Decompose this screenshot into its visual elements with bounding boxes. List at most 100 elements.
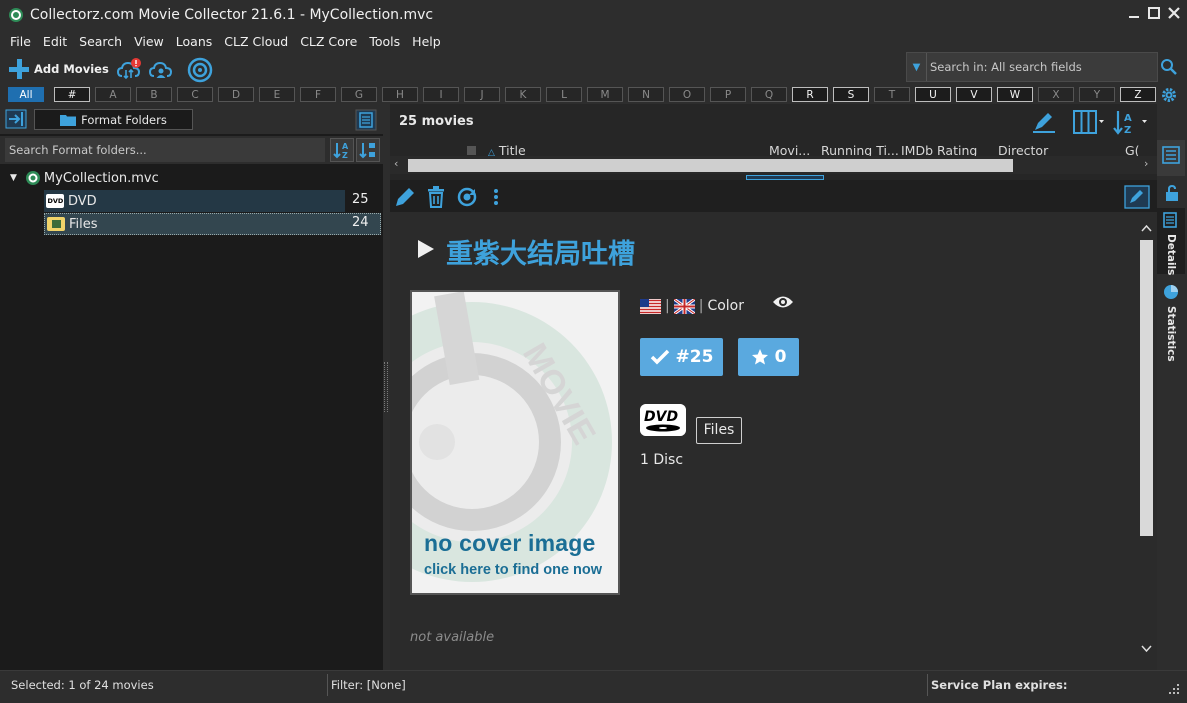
sort-count-button[interactable] — [356, 138, 380, 162]
alpha-all[interactable]: All — [8, 87, 44, 102]
scroll-down-icon[interactable] — [1141, 645, 1152, 653]
add-movies-button[interactable]: Add Movies — [8, 58, 109, 80]
search-input[interactable]: Search in: All search fields — [927, 60, 1082, 74]
tree-item-files[interactable]: Files — [44, 213, 381, 235]
statistics-tab[interactable]: Statistics — [1157, 280, 1185, 362]
alpha-g[interactable]: G — [341, 87, 377, 102]
list-detail-splitter[interactable] — [746, 175, 824, 180]
eye-icon[interactable] — [772, 294, 794, 310]
alpha-e[interactable]: E — [259, 87, 295, 102]
details-tab[interactable]: Details — [1157, 208, 1185, 275]
horizontal-scrollbar[interactable]: ‹ › — [390, 156, 1157, 174]
alpha-w[interactable]: W — [997, 87, 1033, 102]
color-label: Color — [707, 298, 744, 314]
sort-az-button[interactable]: A Z — [330, 138, 354, 162]
menu-edit[interactable]: Edit — [37, 34, 73, 49]
panel-splitter[interactable] — [383, 104, 390, 670]
alpha-u[interactable]: U — [915, 87, 951, 102]
alpha-hash[interactable]: # — [54, 87, 90, 102]
folder-search-input[interactable]: Search Format folders... — [5, 138, 325, 162]
edit-movie-icon[interactable] — [393, 185, 417, 209]
collapse-panel-icon[interactable] — [5, 109, 27, 129]
alpha-o[interactable]: O — [669, 87, 705, 102]
alpha-m[interactable]: M — [587, 87, 623, 102]
cloud-sync-icon[interactable] — [116, 57, 142, 83]
details-toolbar — [390, 182, 1157, 212]
alpha-q[interactable]: Q — [751, 87, 787, 102]
info-line: | | Color — [640, 298, 744, 314]
find-cover-link[interactable]: click here to find one now — [424, 562, 602, 578]
search-box[interactable]: ▼ Search in: All search fields — [906, 52, 1158, 82]
close-icon[interactable] — [1167, 6, 1181, 20]
alpha-j[interactable]: J — [464, 87, 500, 102]
alpha-h[interactable]: H — [382, 87, 418, 102]
alpha-v[interactable]: V — [956, 87, 992, 102]
alpha-s[interactable]: S — [833, 87, 869, 102]
app-logo-icon — [9, 8, 23, 22]
trash-icon[interactable] — [425, 185, 447, 209]
scroll-right-icon[interactable]: › — [1144, 157, 1148, 170]
cover-image-placeholder[interactable]: MOVIE no cover image click here to find … — [410, 290, 620, 595]
menu-tools[interactable]: Tools — [363, 34, 406, 49]
minimize-icon[interactable] — [1127, 6, 1141, 20]
alpha-x[interactable]: X — [1038, 87, 1074, 102]
tree-item-dvd[interactable]: DVD DVD — [44, 190, 345, 212]
splitter-grip[interactable] — [384, 362, 388, 412]
search-scope-dropdown[interactable]: ▼ — [907, 53, 927, 81]
more-options-icon[interactable] — [493, 188, 499, 206]
refresh-core-icon[interactable] — [455, 185, 479, 209]
collection-icon — [25, 171, 40, 185]
alpha-t[interactable]: T — [874, 87, 910, 102]
alpha-f[interactable]: F — [300, 87, 336, 102]
movie-title[interactable]: 重紫大结局吐槽 — [446, 232, 635, 271]
lock-icon[interactable] — [1164, 185, 1180, 201]
alpha-a[interactable]: A — [95, 87, 131, 102]
edit-template-icon[interactable] — [1124, 185, 1150, 209]
alpha-z[interactable]: Z — [1120, 87, 1156, 102]
tree-root-row[interactable]: ▼ MyCollection.mvc — [10, 167, 370, 189]
alpha-r[interactable]: R — [792, 87, 828, 102]
select-all-checkbox[interactable] — [467, 146, 476, 155]
gear-icon[interactable] — [1160, 86, 1178, 104]
alpha-p[interactable]: P — [710, 87, 746, 102]
horizontal-scroll-thumb[interactable] — [408, 159, 1013, 172]
menu-view[interactable]: View — [128, 34, 170, 49]
format-folders-button[interactable]: Format Folders — [34, 109, 193, 130]
scroll-up-icon[interactable] — [1141, 224, 1152, 232]
rating-badge[interactable]: 0 — [738, 338, 799, 376]
cloud-user-icon[interactable] — [148, 57, 174, 83]
details-scroll-thumb[interactable] — [1140, 240, 1153, 536]
tree-item-files-count: 24 — [352, 215, 369, 230]
alpha-c[interactable]: C — [177, 87, 213, 102]
play-icon[interactable] — [416, 238, 436, 260]
menu-file[interactable]: File — [4, 34, 37, 49]
details-vertical-scrollbar[interactable] — [1138, 218, 1155, 664]
alpha-k[interactable]: K — [505, 87, 541, 102]
alpha-d[interactable]: D — [218, 87, 254, 102]
alpha-l[interactable]: L — [546, 87, 582, 102]
sort-order-icon[interactable]: A Z — [1112, 109, 1148, 135]
columns-icon[interactable] — [1072, 109, 1104, 135]
menu-search[interactable]: Search — [73, 34, 128, 49]
list-tab[interactable] — [1157, 140, 1185, 176]
list-view-icon[interactable] — [355, 109, 377, 131]
alpha-y[interactable]: Y — [1079, 87, 1115, 102]
menu-clz-core[interactable]: CLZ Core — [294, 34, 363, 49]
maximize-icon[interactable] — [1147, 6, 1161, 20]
resize-grip-icon[interactable] — [1168, 683, 1180, 695]
alpha-b[interactable]: B — [136, 87, 172, 102]
filter-status[interactable]: Filter: [None] — [331, 678, 406, 692]
alpha-i[interactable]: I — [423, 87, 459, 102]
scroll-left-icon[interactable]: ‹ — [394, 157, 398, 170]
collection-number: #25 — [675, 347, 714, 367]
format-tag[interactable]: Files — [696, 417, 742, 444]
menu-clz-cloud[interactable]: CLZ Cloud — [218, 34, 294, 49]
alpha-n[interactable]: N — [628, 87, 664, 102]
edit-list-icon[interactable] — [1031, 110, 1057, 134]
menu-loans[interactable]: Loans — [170, 34, 219, 49]
search-button[interactable] — [1158, 52, 1180, 82]
menu-help[interactable]: Help — [406, 34, 447, 49]
expand-triangle-icon[interactable]: ▼ — [10, 173, 17, 183]
collection-number-badge[interactable]: #25 — [640, 338, 723, 376]
clz-core-icon[interactable] — [187, 57, 213, 83]
